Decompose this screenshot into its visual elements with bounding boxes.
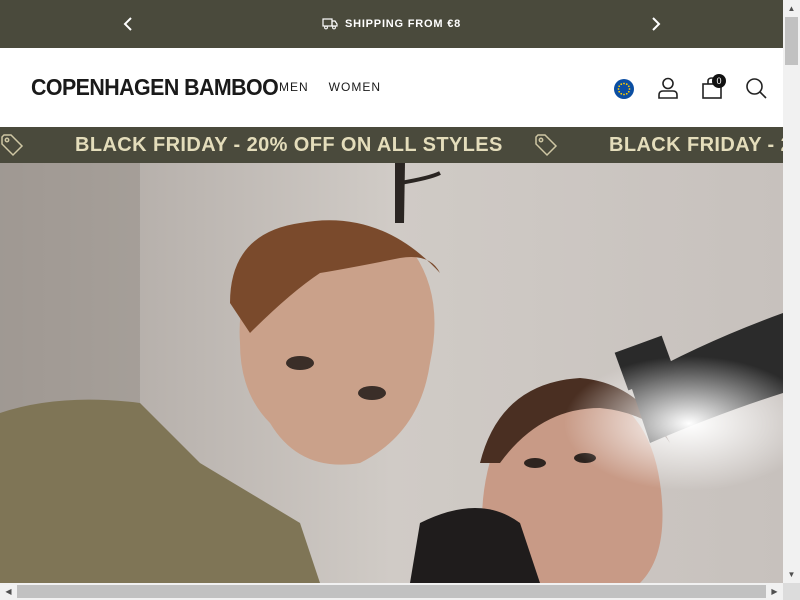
- horizontal-scroll-thumb[interactable]: [17, 585, 766, 598]
- eu-stars: [617, 82, 631, 96]
- site-logo[interactable]: COPENHAGEN BAMBOO: [31, 74, 279, 101]
- announcement-next-button[interactable]: [646, 14, 666, 34]
- scroll-up-icon[interactable]: ▲: [783, 0, 800, 17]
- scroll-right-icon[interactable]: ▶: [766, 583, 783, 600]
- eu-flag-icon[interactable]: [614, 79, 634, 99]
- nav-item-men[interactable]: MEN: [279, 80, 309, 94]
- hero-photo: [0, 163, 783, 583]
- price-tag-icon: [535, 134, 558, 157]
- promo-text: BLACK FRIDAY - 20% OFF ON ALL STYLES: [609, 133, 783, 156]
- vertical-scroll-thumb[interactable]: [785, 17, 798, 65]
- account-icon[interactable]: [656, 76, 680, 100]
- scroll-down-icon[interactable]: ▼: [783, 566, 800, 583]
- announcement-bar: SHIPPING FROM €8: [0, 0, 783, 48]
- hero-image[interactable]: [0, 163, 783, 583]
- site-header: COPENHAGEN BAMBOO MEN WOMEN 0: [0, 48, 783, 127]
- horizontal-scrollbar[interactable]: ◀ ▶: [0, 583, 783, 600]
- promo-marquee: BLACK FRIDAY - 20% OFF ON ALL STYLES BLA…: [0, 127, 783, 163]
- vertical-scrollbar[interactable]: ▲ ▼: [783, 0, 800, 583]
- announcement-text: SHIPPING FROM €8: [344, 18, 462, 30]
- search-icon[interactable]: [744, 76, 768, 100]
- truck-icon: [322, 18, 338, 30]
- main-nav: MEN WOMEN: [279, 80, 381, 94]
- header-icons: 0: [612, 74, 772, 104]
- nav-item-women[interactable]: WOMEN: [329, 80, 381, 94]
- promo-item: BLACK FRIDAY - 20% OFF ON ALL STYLES: [0, 127, 503, 163]
- scroll-left-icon[interactable]: ◀: [0, 583, 17, 600]
- promo-text: BLACK FRIDAY - 20% OFF ON ALL STYLES: [75, 133, 503, 156]
- price-tag-icon: [1, 134, 24, 157]
- promo-item: BLACK FRIDAY - 20% OFF ON ALL STYLES: [534, 127, 783, 163]
- chevron-right-icon: [652, 17, 661, 31]
- cart-count-badge: 0: [712, 74, 726, 88]
- scrollbar-corner: [783, 583, 800, 600]
- page: SHIPPING FROM €8 COPENHAGEN BAMBOO MEN W…: [0, 0, 783, 583]
